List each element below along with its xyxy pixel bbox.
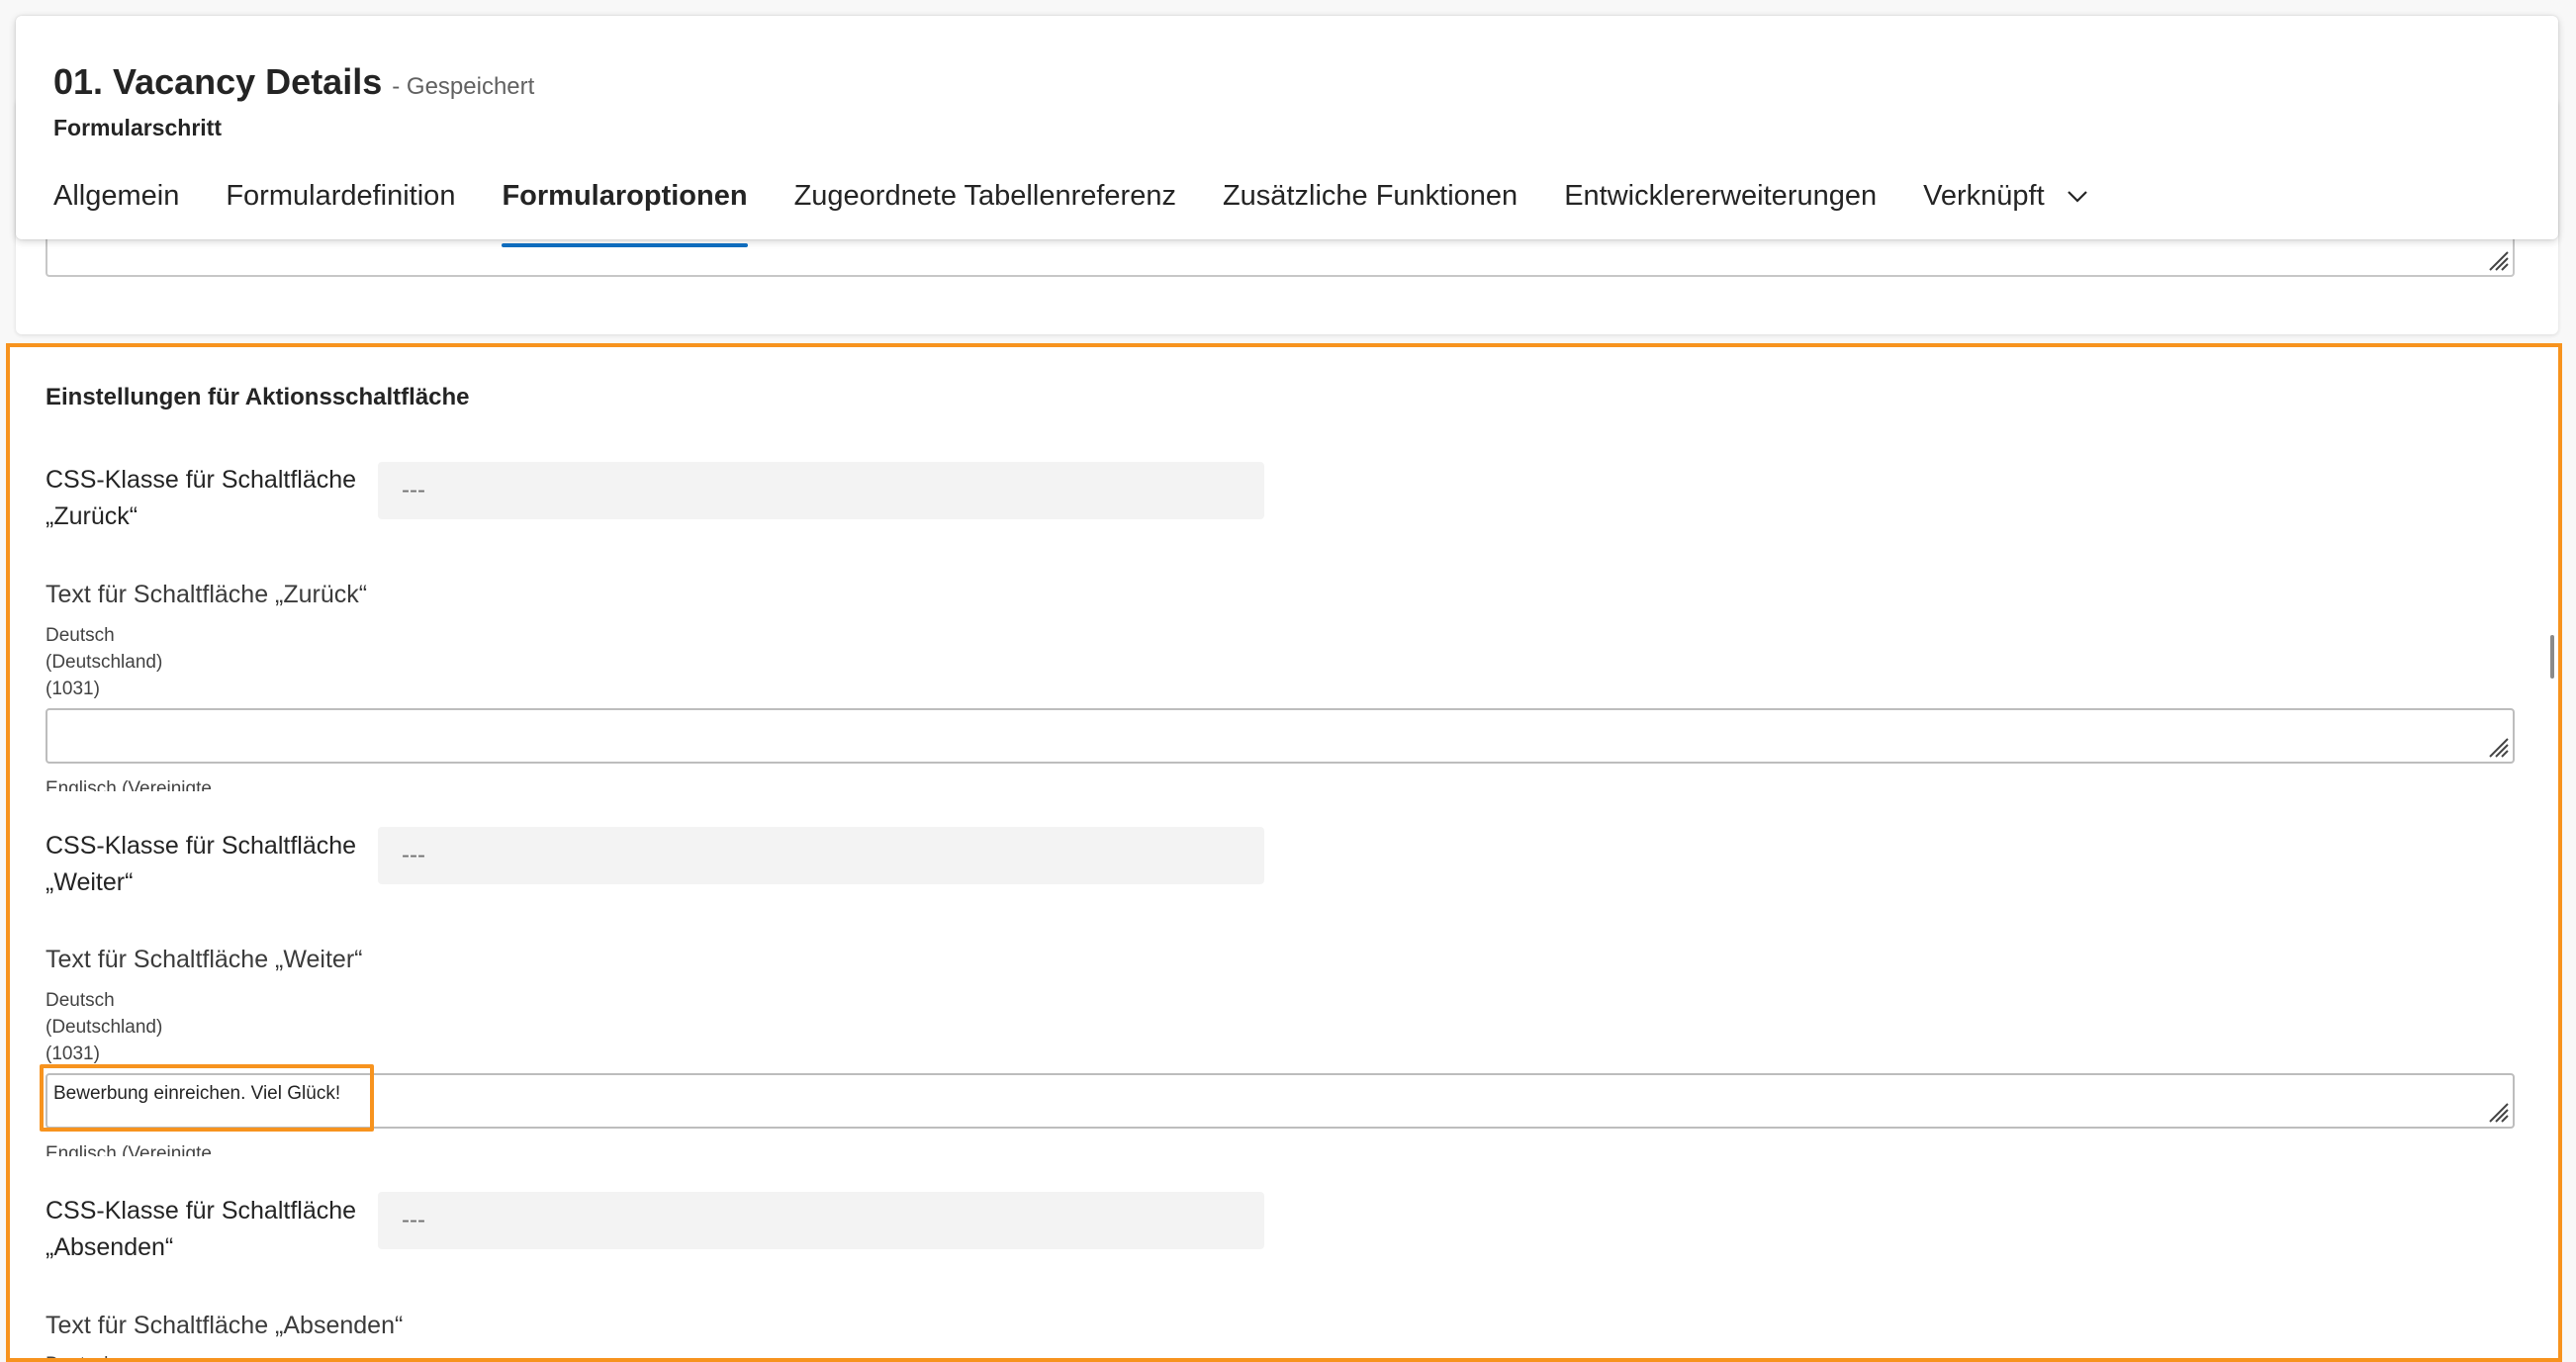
next-css-input[interactable]: --- bbox=[378, 827, 1264, 884]
submit-css-label-line2: „Absenden“ bbox=[46, 1233, 174, 1261]
next-css-label-line2: „Weiter“ bbox=[46, 868, 134, 896]
submit-css-label-line1: CSS-Klasse für Schaltfläche bbox=[46, 1197, 357, 1225]
next-lang-line1: Deutsch bbox=[46, 990, 115, 1011]
back-lang-line2: (Deutschland) bbox=[46, 652, 163, 673]
resize-handle-icon[interactable] bbox=[2484, 246, 2510, 272]
back-css-label: CSS-Klasse für Schaltfläche „Zurück“ bbox=[46, 462, 356, 535]
tab-tabellenreferenz[interactable]: Zugeordnete Tabellenreferenz bbox=[794, 174, 1176, 237]
resize-handle-icon[interactable] bbox=[2484, 1098, 2510, 1124]
submit-css-label: CSS-Klasse für Schaltfläche „Absenden“ bbox=[46, 1193, 356, 1266]
back-css-input[interactable]: --- bbox=[378, 462, 1264, 519]
next-text-label: Text für Schaltfläche „Weiter“ bbox=[46, 946, 363, 973]
chevron-down-icon bbox=[2067, 191, 2087, 203]
submit-text-label: Text für Schaltfläche „Absenden“ bbox=[46, 1312, 404, 1339]
tab-verknuepft[interactable]: Verknüpft bbox=[1923, 174, 2088, 237]
entity-type-label: Formularschritt bbox=[53, 115, 222, 140]
title-row: 01. Vacancy Details - Gespeichert bbox=[53, 61, 534, 103]
tab-allgemein[interactable]: Allgemein bbox=[53, 174, 179, 237]
tab-zusaetzliche-funktionen[interactable]: Zusätzliche Funktionen bbox=[1223, 174, 1518, 237]
action-button-settings-section: Einstellungen für Aktionsschaltfläche CS… bbox=[8, 345, 2558, 1359]
next-text-next-language-label: Englisch (Vereinigte bbox=[46, 1143, 212, 1156]
scrollbar-thumb[interactable] bbox=[2550, 635, 2554, 679]
back-text-textarea[interactable] bbox=[46, 708, 2515, 764]
back-lang-line3: (1031) bbox=[46, 679, 100, 699]
back-text-language-label: Deutsch (Deutschland) (1031) bbox=[46, 622, 162, 702]
next-css-label: CSS-Klasse für Schaltfläche „Weiter“ bbox=[46, 828, 356, 901]
resize-handle-icon[interactable] bbox=[2484, 733, 2510, 759]
next-css-label-line1: CSS-Klasse für Schaltfläche bbox=[46, 832, 357, 860]
back-css-label-line1: CSS-Klasse für Schaltfläche bbox=[46, 466, 357, 494]
next-text-textarea[interactable]: Bewerbung einreichen. Viel Glück! bbox=[46, 1073, 2515, 1129]
next-text-language-label: Deutsch (Deutschland) (1031) bbox=[46, 987, 162, 1067]
section-title: Einstellungen für Aktionsschaltfläche bbox=[46, 384, 470, 410]
save-status: - Gespeichert bbox=[392, 73, 535, 100]
tab-list: Allgemein Formulardefinition Formularopt… bbox=[42, 174, 2135, 247]
page-title: 01. Vacancy Details bbox=[53, 61, 383, 102]
tab-formularoptionen[interactable]: Formularoptionen bbox=[502, 174, 748, 247]
back-text-label: Text für Schaltfläche „Zurück“ bbox=[46, 581, 368, 608]
form-header: 01. Vacancy Details - Gespeichert Formul… bbox=[16, 16, 2558, 247]
tab-formulardefinition[interactable]: Formulardefinition bbox=[226, 174, 455, 237]
back-text-next-language-label: Englisch (Vereinigte bbox=[46, 778, 212, 791]
next-lang-line2: (Deutschland) bbox=[46, 1017, 163, 1038]
next-lang-line3: (1031) bbox=[46, 1044, 100, 1064]
submit-text-language-label: Deutsch bbox=[46, 1351, 115, 1359]
tab-entwicklererweiterungen[interactable]: Entwicklererweiterungen bbox=[1564, 174, 1877, 237]
back-lang-line1: Deutsch bbox=[46, 625, 115, 646]
next-text-value: Bewerbung einreichen. Viel Glück! bbox=[53, 1083, 341, 1104]
back-css-label-line2: „Zurück“ bbox=[46, 502, 138, 530]
submit-css-input[interactable]: --- bbox=[378, 1192, 1264, 1249]
tab-verknuepft-label: Verknüpft bbox=[1923, 180, 2045, 212]
